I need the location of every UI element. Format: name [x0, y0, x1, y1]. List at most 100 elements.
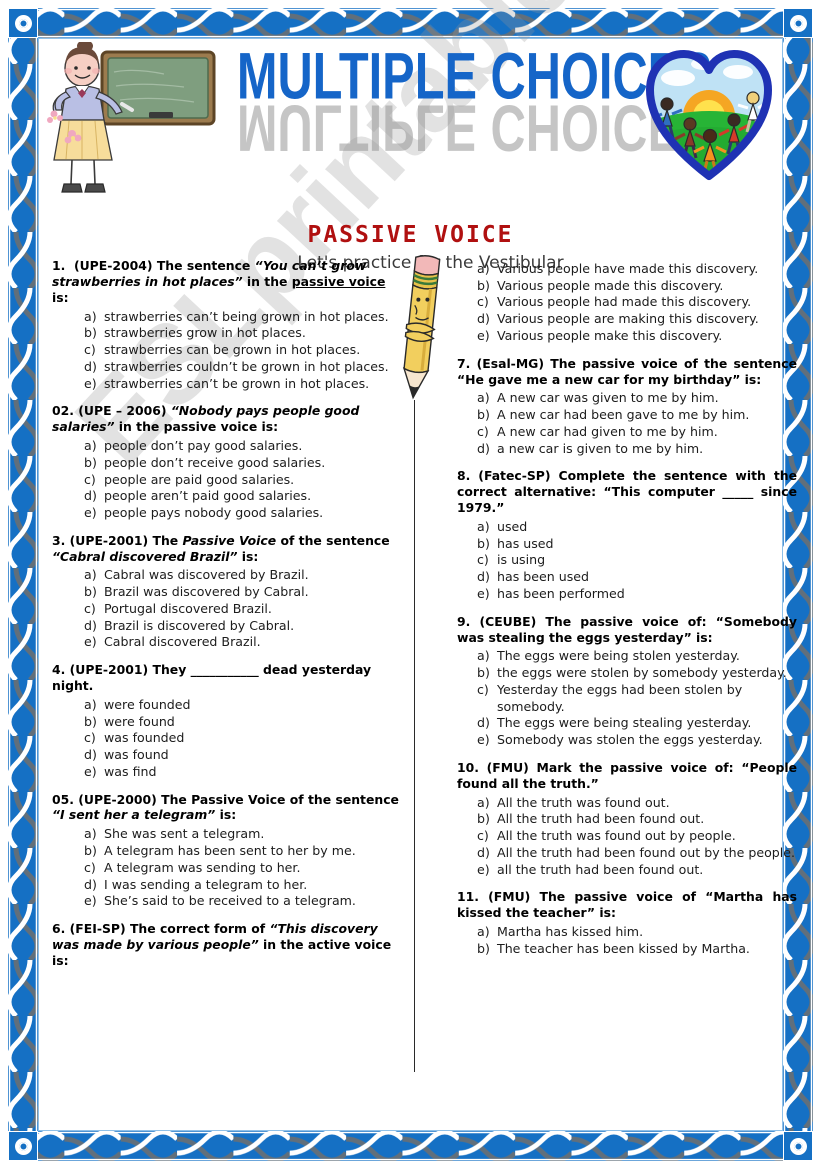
option-item[interactable]: b) A new car had been gave to me by him. — [457, 407, 797, 424]
option-label: d) — [84, 747, 97, 763]
option-item[interactable]: b) Brazil was discovered by Cabral. — [52, 584, 404, 601]
option-item[interactable]: e) Somebody was stolen the eggs yesterday… — [457, 732, 797, 749]
braid-pattern-top — [8, 8, 813, 39]
option-item[interactable]: e) She’s said to be received to a telegra… — [52, 893, 404, 910]
option-item[interactable]: d) I was sending a telegram to her. — [52, 877, 404, 894]
option-item[interactable]: a) The eggs were being stolen yesterday. — [457, 648, 797, 665]
option-text: Somebody was stolen the eggs yesterday. — [497, 732, 763, 748]
option-item[interactable]: d) All the truth had been found out by th… — [457, 845, 797, 862]
option-text: She’s said to be received to a telegram. — [104, 893, 356, 909]
option-label: a) — [477, 390, 490, 406]
option-item[interactable]: d) strawberries couldn’t be grown in hot … — [52, 359, 404, 376]
option-item[interactable]: d) a new car is given to me by him. — [457, 441, 797, 458]
option-label: d) — [477, 844, 490, 860]
option-text: all the truth had been found out. — [497, 861, 704, 877]
option-text: people pays nobody good salaries. — [104, 504, 324, 520]
option-label: e) — [477, 327, 490, 343]
option-item[interactable]: e) Various people make this discovery. — [457, 328, 797, 345]
option-item[interactable]: d) Brazil is discovered by Cabral. — [52, 618, 404, 635]
option-text: The eggs were being stolen yesterday. — [497, 648, 740, 664]
option-text: A new car had been gave to me by him. — [497, 407, 750, 423]
option-label: b) — [477, 407, 490, 423]
option-item[interactable]: a) Cabral was discovered by Brazil. — [52, 567, 404, 584]
option-item[interactable]: a) Various people have made this discover… — [457, 261, 797, 278]
option-item[interactable]: b) were found — [52, 714, 404, 731]
option-label: a) — [477, 923, 490, 939]
option-item[interactable]: b) A telegram has been sent to her by me. — [52, 843, 404, 860]
option-item[interactable]: b) the eggs were stolen by somebody yeste… — [457, 665, 797, 682]
option-item[interactable]: b) strawberries grow in hot places. — [52, 325, 404, 342]
option-item[interactable]: d) has been used — [457, 569, 797, 586]
option-item[interactable]: d) The eggs were being stealing yesterday… — [457, 715, 797, 732]
option-item[interactable]: c) was founded — [52, 730, 404, 747]
option-item[interactable]: d) Various people are making this discove… — [457, 311, 797, 328]
question-block: 1. (UPE-2004) The sentence “You can’t gr… — [52, 258, 404, 392]
option-item[interactable]: b) has used — [457, 536, 797, 553]
option-item[interactable]: c) is using — [457, 552, 797, 569]
option-item[interactable]: a) used — [457, 519, 797, 536]
option-text: the eggs were stolen by somebody yesterd… — [497, 665, 787, 681]
option-item[interactable]: c) Yesterday the eggs had been stolen by … — [457, 682, 797, 715]
option-item[interactable]: b) Various people made this discovery. — [457, 278, 797, 295]
option-text: people are paid good salaries. — [104, 471, 295, 487]
option-item[interactable]: c) Various people had made this discovery… — [457, 294, 797, 311]
option-item[interactable]: b) The teacher has been kissed by Martha. — [457, 941, 797, 958]
question-block: 05. (UPE-2000) The Passive Voice of the … — [52, 792, 404, 910]
question-block: a) Various people have made this discover… — [457, 261, 797, 345]
option-text: Various people have made this discovery. — [497, 261, 759, 276]
option-item[interactable]: b) All the truth had been found out. — [457, 811, 797, 828]
option-item[interactable]: c) Portugal discovered Brazil. — [52, 601, 404, 618]
question-block: 7. (Esal-MG) The passive voice of the se… — [457, 356, 797, 458]
option-text: Various people are making this discovery… — [497, 311, 759, 327]
option-item[interactable]: e) Cabral discovered Brazil. — [52, 634, 404, 651]
option-label: a) — [84, 696, 97, 712]
option-label: d) — [84, 876, 97, 892]
option-item[interactable]: d) people aren’t paid good salaries. — [52, 488, 404, 505]
option-item[interactable]: a) strawberries can’t being grown in hot … — [52, 309, 404, 326]
option-list: a) A new car was given to me by him. b) A n… — [457, 390, 797, 457]
option-label: c) — [477, 294, 489, 310]
option-text: All the truth was found out. — [497, 794, 670, 810]
option-item[interactable]: a) Martha has kissed him. — [457, 924, 797, 941]
page-header: MULTIPLE CHOICES MULTIPLE CHOICES Let's … — [40, 40, 781, 273]
option-item[interactable]: a) All the truth was found out. — [457, 795, 797, 812]
question-stem: 6. (FEI-SP) The correct form of “This di… — [52, 920, 392, 968]
option-item[interactable]: a) A new car was given to me by him. — [457, 390, 797, 407]
option-item[interactable]: e) strawberries can’t be grown in hot pla… — [52, 376, 404, 393]
option-label: a) — [84, 826, 97, 842]
option-text: All the truth had been found out. — [497, 811, 705, 827]
option-item[interactable]: e) all the truth had been found out. — [457, 862, 797, 879]
option-item[interactable]: e) has been performed — [457, 586, 797, 603]
option-item[interactable]: d) was found — [52, 747, 404, 764]
option-item[interactable]: a) She was sent a telegram. — [52, 826, 404, 843]
question-stem: 4. (UPE-2001) They ___________ dead yest… — [52, 662, 372, 694]
option-label: d) — [477, 311, 490, 327]
option-item[interactable]: c) A new car had given to me by him. — [457, 424, 797, 441]
option-item[interactable]: c) All the truth was found out by people. — [457, 828, 797, 845]
option-item[interactable]: e) was find — [52, 764, 404, 781]
option-item[interactable]: c) A telegram was sending to her. — [52, 860, 404, 877]
option-item[interactable]: a) were founded — [52, 697, 404, 714]
option-item[interactable]: b) people don’t receive good salaries. — [52, 455, 404, 472]
option-item[interactable]: a) people don’t pay good salaries. — [52, 438, 404, 455]
option-text: Cabral was discovered by Brazil. — [104, 567, 309, 583]
option-item[interactable]: c) strawberries can be grown in hot plac… — [52, 342, 404, 359]
option-label: e) — [84, 893, 97, 909]
option-label: d) — [84, 358, 97, 374]
option-label: d) — [477, 569, 490, 585]
option-item[interactable]: e) people pays nobody good salaries. — [52, 505, 404, 522]
question-stem: 10. (FMU) Mark the passive voice of: “Pe… — [457, 759, 797, 791]
question-block: 4. (UPE-2001) They ___________ dead yest… — [52, 662, 404, 780]
option-label: d) — [477, 440, 490, 456]
option-list: a) All the truth was found out. b) All the … — [457, 795, 797, 879]
option-text: strawberries grow in hot places. — [104, 325, 306, 341]
question-stem: 7. (Esal-MG) The passive voice of the se… — [457, 355, 797, 387]
option-label: a) — [477, 518, 490, 534]
option-item[interactable]: c) people are paid good salaries. — [52, 472, 404, 489]
option-label: c) — [84, 471, 96, 487]
corner-medallion-top-left — [8, 8, 38, 38]
option-text: people aren’t paid good salaries. — [104, 488, 312, 504]
option-label: c) — [84, 342, 96, 358]
option-text: The eggs were being stealing yesterday. — [497, 715, 752, 731]
option-list: a) Martha has kissed him. b) The teacher ha… — [457, 924, 797, 957]
